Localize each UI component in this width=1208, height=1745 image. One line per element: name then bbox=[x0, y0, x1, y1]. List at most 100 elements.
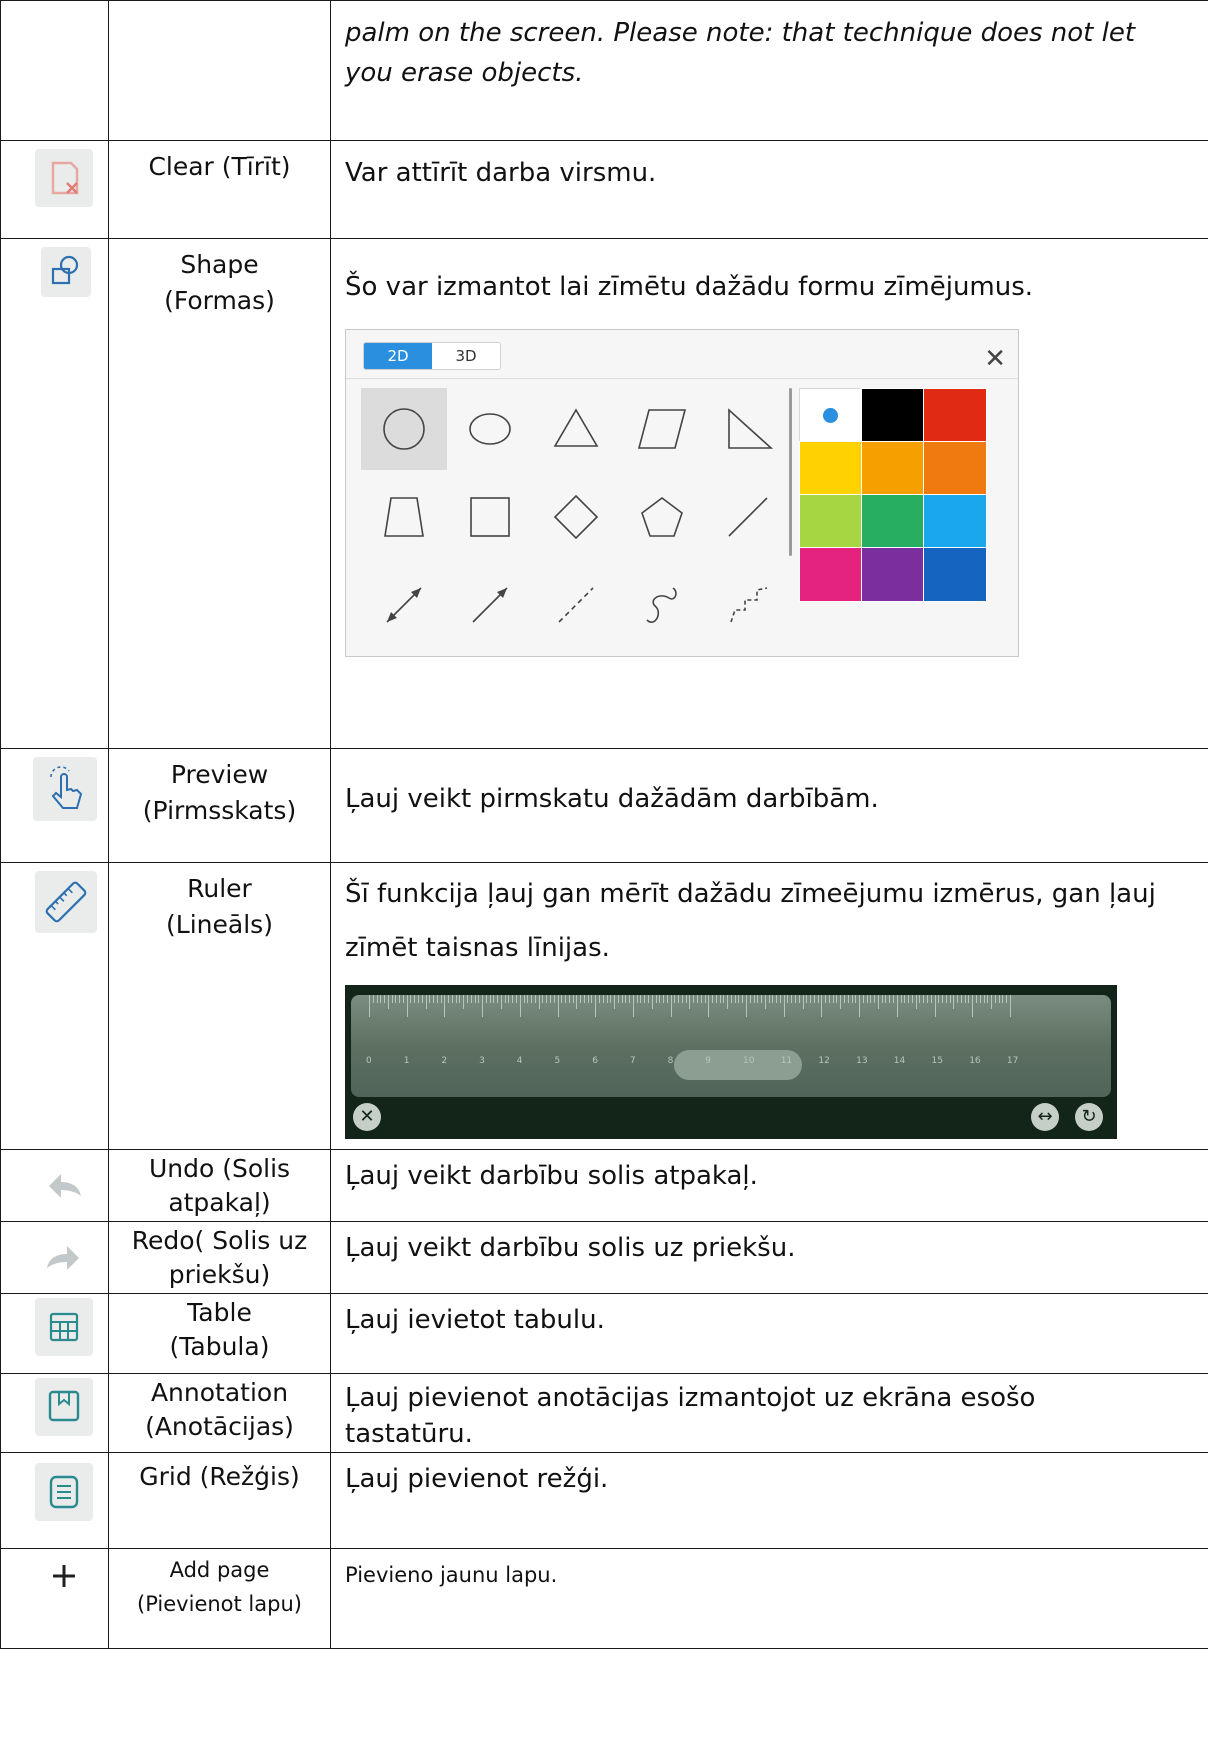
shape-right-triangle[interactable] bbox=[705, 388, 791, 470]
ruler-icon bbox=[35, 871, 97, 933]
ruler-tick bbox=[772, 995, 774, 1003]
ruler-tick bbox=[817, 995, 819, 1003]
undo-icon bbox=[35, 1154, 93, 1212]
ruler-tick-label: 6 bbox=[592, 1056, 598, 1066]
color-swatch[interactable] bbox=[923, 388, 987, 443]
tool-description: Ļauj veikt darbību solis atpakaļ. bbox=[330, 1149, 1208, 1222]
ruler-tick bbox=[749, 995, 751, 1003]
ruler-tick bbox=[757, 995, 759, 1003]
table-row: Table (Tabula) Ļauj ievietot tabulu. bbox=[0, 1293, 1208, 1374]
ruler-tick bbox=[406, 995, 408, 1017]
ruler-tick bbox=[742, 995, 744, 1003]
tool-table: palm on the screen. Please note: that te… bbox=[0, 0, 1208, 1649]
shape-trapezoid[interactable] bbox=[361, 476, 447, 558]
scrollbar[interactable] bbox=[789, 388, 792, 556]
ruler-tick bbox=[866, 995, 868, 1003]
tool-name: Ruler (Lineāls) bbox=[108, 862, 331, 1150]
table-row: Preview (Pirmsskats) Ļauj veikt pirmskat… bbox=[0, 748, 1208, 863]
ruler-tick bbox=[534, 995, 536, 1003]
color-swatch[interactable] bbox=[923, 547, 987, 602]
color-swatch[interactable] bbox=[799, 388, 863, 443]
shape-pentagon[interactable] bbox=[619, 476, 705, 558]
table-row: Shape (Formas) Šo var izmantot lai zīmēt… bbox=[0, 238, 1208, 749]
ruler-tick bbox=[553, 995, 555, 1003]
ruler-tick-label: 17 bbox=[1006, 1056, 1019, 1066]
tab-2d[interactable]: 2D bbox=[364, 343, 432, 369]
ruler-tick bbox=[979, 995, 981, 1003]
ruler-tick bbox=[387, 995, 389, 1009]
table-row: Annotation (Anotācijas) Ļauj pievienot a… bbox=[0, 1373, 1208, 1453]
ruler-flip-button[interactable]: ↔ bbox=[1031, 1103, 1059, 1131]
shape-square[interactable] bbox=[447, 476, 533, 558]
ruler-tick bbox=[987, 995, 989, 1003]
shape-line[interactable] bbox=[705, 476, 791, 558]
ruler-tick bbox=[666, 995, 668, 1003]
ruler-tick bbox=[734, 995, 736, 1003]
shape-ellipse[interactable] bbox=[447, 388, 533, 470]
ruler-tick bbox=[753, 995, 755, 1003]
icon-cell bbox=[0, 238, 109, 749]
color-swatch[interactable] bbox=[923, 494, 987, 549]
ruler-rotate-button[interactable]: ↻ bbox=[1075, 1103, 1103, 1131]
ruler-tick bbox=[595, 995, 597, 1017]
tab-3d[interactable]: 3D bbox=[432, 343, 500, 369]
ruler-body[interactable]: 0 1 2 3 4 5 6 7 8 9 10 11 12 13 14 15 16 17 bbox=[351, 995, 1111, 1097]
shape-diamond[interactable] bbox=[533, 476, 619, 558]
ruler-tick bbox=[621, 995, 623, 1003]
shape-parallelogram[interactable] bbox=[619, 388, 705, 470]
ruler-tick bbox=[451, 995, 453, 1003]
color-swatch[interactable] bbox=[799, 547, 863, 602]
color-swatch[interactable] bbox=[923, 441, 987, 496]
close-icon[interactable]: ✕ bbox=[984, 339, 1006, 379]
ruler-tick-label: 13 bbox=[856, 1056, 868, 1066]
color-swatch[interactable] bbox=[861, 388, 925, 443]
ruler-tick bbox=[889, 995, 891, 1003]
continued-text-line2: you erase objects. bbox=[345, 58, 584, 88]
ruler-tick bbox=[746, 995, 747, 1017]
ruler-tick bbox=[727, 995, 729, 1009]
ruler-tick bbox=[885, 995, 887, 1003]
ruler-tick bbox=[862, 995, 864, 1003]
ruler-tick bbox=[681, 995, 683, 1003]
tool-description: Šo var izmantot lai zīmētu dažādu formu … bbox=[345, 272, 1034, 302]
ruler-tick bbox=[391, 995, 393, 1003]
ruler-tick-label: 4 bbox=[516, 1056, 523, 1066]
ruler-tick bbox=[519, 995, 521, 1017]
ruler-tick bbox=[991, 995, 993, 1009]
shape-arrow[interactable] bbox=[447, 564, 533, 646]
color-swatch[interactable] bbox=[861, 494, 925, 549]
ruler-tick bbox=[806, 995, 808, 1003]
tool-description: Ļauj pievienot režģi. bbox=[330, 1452, 1208, 1549]
tool-description: Var attīrīt darba virsmu. bbox=[330, 140, 1208, 239]
color-swatch[interactable] bbox=[799, 441, 863, 496]
ruler-tick bbox=[761, 995, 763, 1003]
shape-curve[interactable] bbox=[619, 564, 705, 646]
color-swatch[interactable] bbox=[861, 441, 925, 496]
ruler-tick bbox=[576, 995, 578, 1009]
shape-circle[interactable] bbox=[361, 388, 447, 470]
tool-name: Preview (Pirmsskats) bbox=[108, 748, 331, 863]
ruler-tick bbox=[719, 995, 721, 1003]
ruler-tick bbox=[583, 995, 585, 1003]
shape-dashed-curve[interactable] bbox=[705, 564, 791, 646]
ruler-close-button[interactable]: ✕ bbox=[353, 1103, 381, 1131]
ruler-tick bbox=[436, 995, 438, 1003]
tool-name: Shape (Formas) bbox=[108, 238, 331, 749]
color-swatch[interactable] bbox=[799, 494, 863, 549]
ruler-tick bbox=[779, 995, 781, 1003]
ruler-tick bbox=[485, 995, 487, 1003]
color-swatch[interactable] bbox=[861, 547, 925, 602]
ruler-tick bbox=[402, 995, 404, 1003]
ruler-tick bbox=[440, 995, 442, 1003]
shape-dashed-line[interactable] bbox=[533, 564, 619, 646]
plus-icon bbox=[35, 1551, 93, 1609]
ruler-tick bbox=[821, 995, 823, 1017]
ruler-tick bbox=[508, 995, 510, 1003]
shape-double-arrow[interactable] bbox=[361, 564, 447, 646]
ruler-tick-label: 1 bbox=[403, 1056, 410, 1066]
ruler-tick bbox=[1006, 995, 1008, 1003]
ruler-tick bbox=[975, 995, 977, 1003]
shape-triangle[interactable] bbox=[533, 388, 619, 470]
ruler-tick bbox=[463, 995, 465, 1009]
ruler-tick bbox=[527, 995, 529, 1003]
